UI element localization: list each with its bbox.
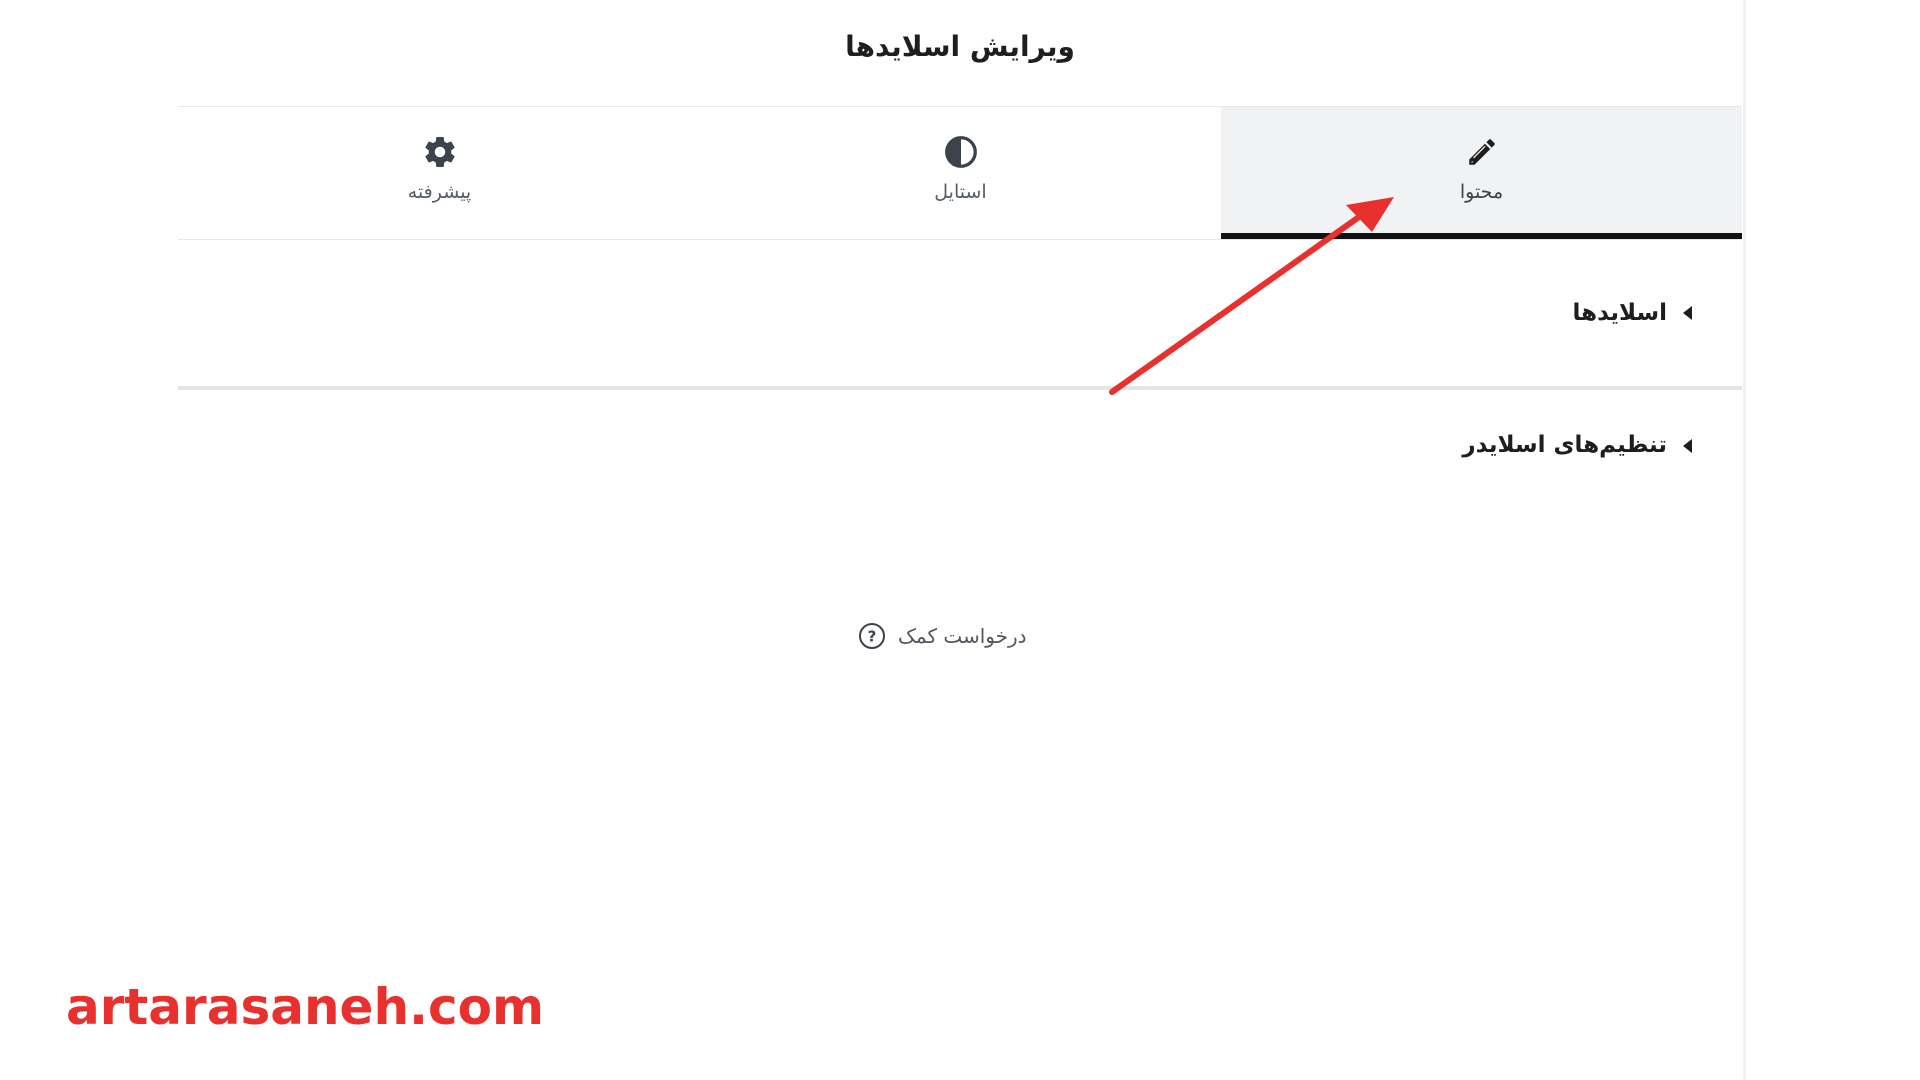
tab-content[interactable]: محتوا	[1221, 107, 1742, 239]
question-circle-icon: ?	[858, 622, 886, 650]
gear-icon	[421, 133, 459, 171]
panel-title: ویرایش اسلایدها	[845, 29, 1075, 63]
caret-left-icon	[1683, 439, 1692, 453]
tab-label: محتوا	[1459, 181, 1504, 203]
pencil-icon	[1463, 133, 1501, 171]
tab-advanced[interactable]: پیشرفته	[179, 107, 700, 239]
slides-editor-panel: ویرایش اسلایدها محتوا استایل پیشرفته اسل…	[178, 0, 1742, 1080]
caret-left-icon	[1683, 306, 1692, 320]
help-label: درخواست کمک	[898, 624, 1027, 648]
tab-label: استایل	[934, 181, 987, 203]
watermark-text: artarasaneh.com	[66, 978, 545, 1036]
panel-right-edge	[1743, 0, 1746, 1080]
svg-text:?: ?	[868, 628, 877, 646]
tab-label: پیشرفته	[407, 181, 472, 203]
tab-style[interactable]: استایل	[700, 107, 1221, 239]
half-circle-icon	[942, 133, 980, 171]
help-request-link[interactable]: درخواست کمک ?	[858, 622, 1027, 650]
panel-header: ویرایش اسلایدها	[178, 0, 1742, 107]
tab-bar: محتوا استایل پیشرفته	[178, 107, 1742, 240]
section-slider-settings-toggle[interactable]: تنظیم‌های اسلایدر	[178, 394, 1742, 494]
section-slides-toggle[interactable]: اسلایدها	[178, 240, 1742, 390]
section-label: تنظیم‌های اسلایدر	[1462, 432, 1667, 458]
section-label: اسلایدها	[1572, 300, 1667, 326]
screenshot-stage: ویرایش اسلایدها محتوا استایل پیشرفته اسل…	[0, 0, 1920, 1080]
